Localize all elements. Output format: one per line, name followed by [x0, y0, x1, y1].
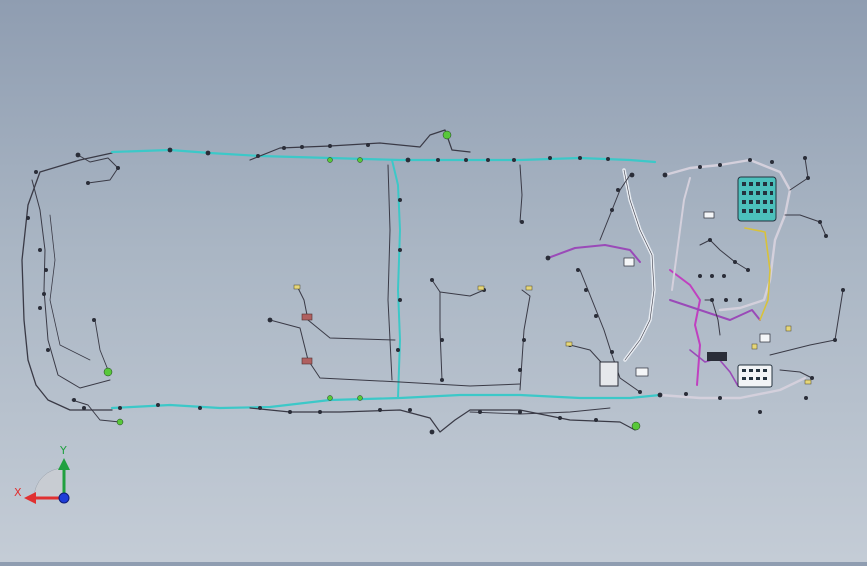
- center-spine[interactable]: [391, 159, 401, 399]
- center-spine-secondary: [387, 164, 393, 381]
- magenta-loom[interactable]: [669, 269, 701, 386]
- clip-lower: [301, 357, 313, 365]
- triad-xy-plane: [33, 467, 65, 499]
- front-mid-drop: [699, 239, 749, 271]
- ecu-block[interactable]: [707, 352, 727, 361]
- triad-x-arrow: [24, 492, 36, 504]
- bottom-main-trunk[interactable]: [110, 393, 662, 410]
- bottom-trunk-lower: [469, 407, 611, 415]
- clip-upper: [301, 313, 313, 321]
- front-right-leads-b: [784, 214, 827, 237]
- rear-branch-left: [31, 179, 111, 389]
- relay-block[interactable]: [599, 361, 619, 387]
- rear-branch-inner: [49, 214, 91, 361]
- wiring-harness-model[interactable]: [0, 0, 867, 562]
- top-trunk-drop: [519, 164, 523, 223]
- triad-y-arrow: [58, 458, 70, 470]
- top-main-trunk[interactable]: [110, 148, 657, 164]
- front-lower-right-b: [779, 369, 813, 379]
- mid-branch-right-a: [431, 279, 443, 381]
- cad-viewport[interactable]: Y X: [0, 0, 867, 562]
- front-right-leads: [789, 157, 809, 191]
- green-connectors: [103, 130, 641, 431]
- triad-x-label: X: [14, 486, 22, 499]
- triad-y-label: Y: [59, 444, 67, 457]
- connector-dots: [26, 143, 845, 435]
- mid-branch-lower: [269, 319, 521, 387]
- mid-branch-left: [297, 287, 396, 341]
- front-upper-loop-inner: [671, 177, 691, 291]
- front-bottom-trunk: [658, 376, 807, 400]
- tan-connectors: [293, 284, 812, 385]
- triad-z-axis: [58, 492, 70, 504]
- rear-branch-mid: [94, 319, 111, 376]
- top-trunk-overlay: [249, 129, 471, 161]
- upper-fuse-box[interactable]: [737, 176, 777, 222]
- rear-branch-bottom: [71, 399, 121, 423]
- mid-branch-right-b: [439, 289, 485, 297]
- lower-fuse-box[interactable]: [737, 364, 773, 388]
- view-orientation-triad: Y X: [10, 440, 80, 510]
- front-lower-right: [769, 289, 844, 356]
- front-lower-left: [704, 299, 721, 336]
